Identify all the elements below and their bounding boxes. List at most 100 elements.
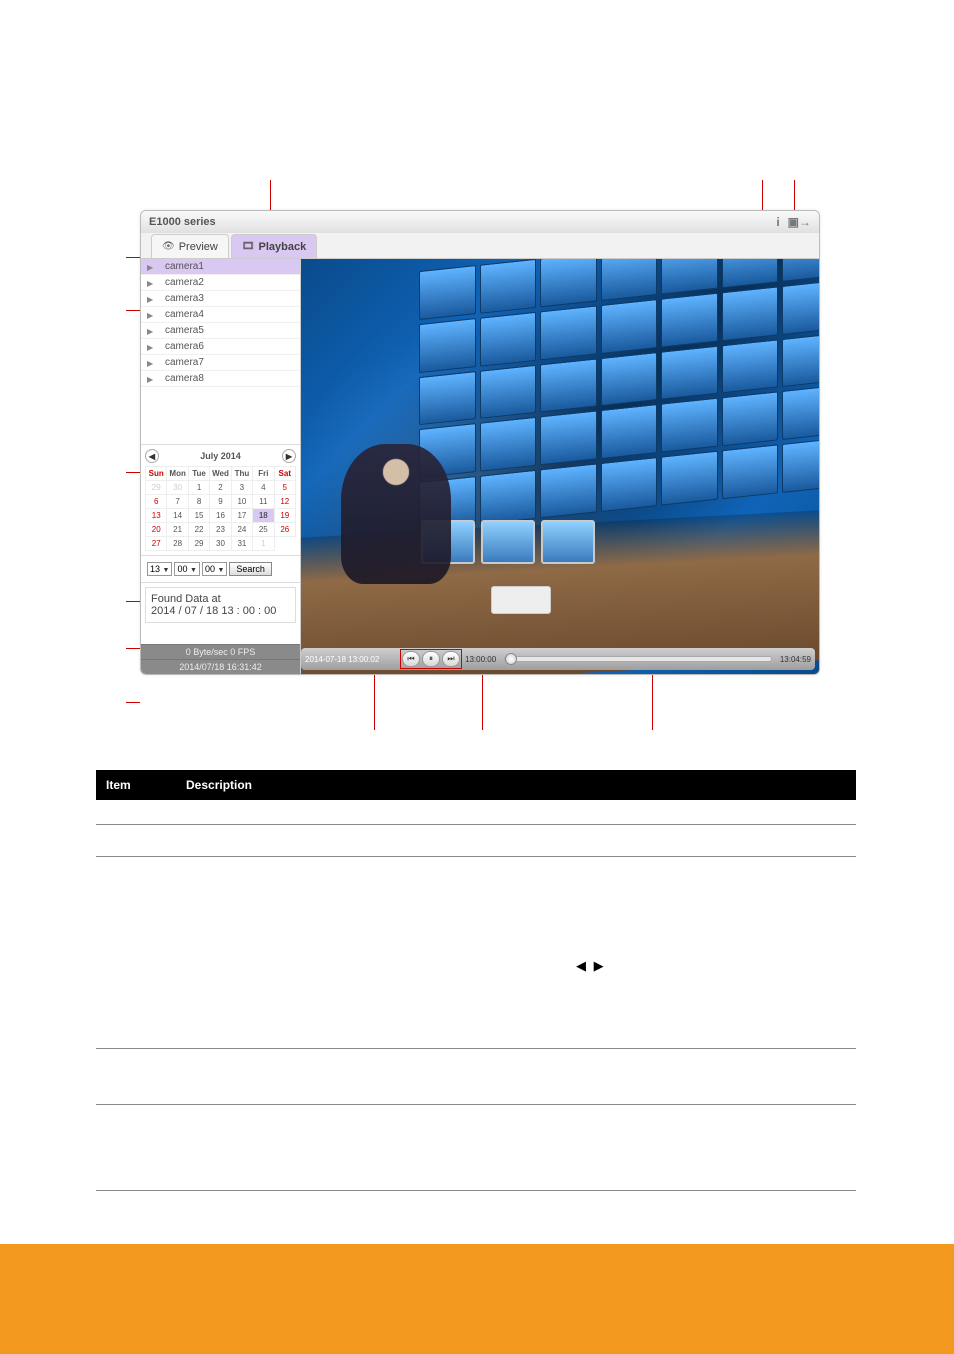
camera-icon [147, 310, 161, 320]
hour-select[interactable]: 13 ▼ [147, 562, 172, 576]
camera-item[interactable]: camera1 [141, 259, 300, 275]
desc-col-item: Item [106, 778, 186, 792]
minute-select[interactable]: 00 ▼ [174, 562, 199, 576]
tab-playback-label: Playback [259, 241, 307, 253]
calendar-day[interactable]: 30 [210, 537, 231, 551]
camera-item[interactable]: camera7 [141, 355, 300, 371]
calendar: ◀ July 2014 ▶ Sun Mon Tue Wed Thu [141, 445, 300, 556]
calendar-day[interactable]: 4 [253, 481, 274, 495]
calendar-day[interactable]: 7 [167, 495, 188, 509]
camera-item[interactable]: camera6 [141, 339, 300, 355]
camera-label: camera6 [165, 341, 204, 352]
camera-icon [147, 294, 161, 304]
tab-preview-label: Preview [179, 241, 218, 253]
calendar-day[interactable]: 31 [231, 537, 252, 551]
status-rate: 0 Byte/sec 0 FPS [141, 644, 300, 659]
calendar-dow: Sun [146, 467, 167, 481]
camera-item[interactable]: camera8 [141, 371, 300, 387]
fastforward-button[interactable]: ⏭ [442, 651, 460, 667]
second-select[interactable]: 00 ▼ [202, 562, 227, 576]
nav-arrows-icon: ◀ ▶ [576, 958, 606, 974]
calendar-day[interactable]: 1 [253, 537, 274, 551]
calendar-day[interactable]: 20 [146, 523, 167, 537]
calendar-header: ◀ July 2014 ▶ [145, 449, 296, 463]
pause-button[interactable]: ⏸ [422, 651, 440, 667]
camera-item[interactable]: camera4 [141, 307, 300, 323]
camera-item[interactable]: camera2 [141, 275, 300, 291]
calendar-dow: Mon [167, 467, 188, 481]
calendar-dow: Fri [253, 467, 274, 481]
phone-graphic [491, 586, 551, 614]
calendar-day[interactable]: 25 [253, 523, 274, 537]
playback-bar: 2014-07-18 13:00:02 ⏮ ⏸ ⏭ 13:00:00 13:04… [301, 648, 815, 670]
rewind-button[interactable]: ⏮ [402, 651, 420, 667]
calendar-day[interactable]: 21 [167, 523, 188, 537]
calendar-day[interactable]: 15 [188, 509, 209, 523]
camera-label: camera2 [165, 277, 204, 288]
search-button[interactable]: Search [229, 562, 272, 576]
calendar-day[interactable]: 3 [231, 481, 252, 495]
info-icon[interactable]: i [776, 215, 779, 229]
divider [96, 1190, 856, 1191]
tab-preview[interactable]: 👁 Preview [151, 234, 229, 258]
video-area [301, 259, 819, 674]
tabstrip: 👁 Preview 🎞 Playback [141, 233, 819, 259]
camera-label: camera4 [165, 309, 204, 320]
calendar-day[interactable]: 28 [167, 537, 188, 551]
calendar-dow: Sat [274, 467, 295, 481]
app-body: camera1 camera2 camera3 camera4 camera5 … [141, 259, 819, 674]
calendar-day[interactable]: 27 [146, 537, 167, 551]
desc-col-desc: Description [186, 778, 856, 792]
calendar-day[interactable]: 12 [274, 495, 295, 509]
calendar-day[interactable]: 1 [188, 481, 209, 495]
calendar-day[interactable]: 5 [274, 481, 295, 495]
titlebar: E1000 series i ▣→ [141, 211, 819, 233]
calendar-day[interactable]: 24 [231, 523, 252, 537]
slider-thumb[interactable] [505, 653, 517, 665]
divider [96, 824, 856, 825]
calendar-prev-button[interactable]: ◀ [145, 449, 159, 463]
app-window: E1000 series i ▣→ 👁 Preview 🎞 Playback c… [140, 210, 820, 675]
calendar-day[interactable]: 2 [210, 481, 231, 495]
calendar-day[interactable]: 30 [167, 481, 188, 495]
calendar-day[interactable]: 18 [253, 509, 274, 523]
calendar-day[interactable]: 26 [274, 523, 295, 537]
calendar-dow: Wed [210, 467, 231, 481]
app-title: E1000 series [149, 216, 216, 228]
playback-controls: ⏮ ⏸ ⏭ [401, 650, 461, 668]
camera-icon [147, 326, 161, 336]
camera-item[interactable]: camera5 [141, 323, 300, 339]
description-header: Item Description [96, 770, 856, 800]
calendar-day[interactable]: 23 [210, 523, 231, 537]
calendar-day[interactable]: 6 [146, 495, 167, 509]
calendar-day[interactable]: 11 [253, 495, 274, 509]
calendar-day[interactable]: 29 [188, 537, 209, 551]
camera-label: camera7 [165, 357, 204, 368]
calendar-dow: Tue [188, 467, 209, 481]
playback-slider[interactable] [504, 656, 772, 662]
calendar-day[interactable]: 17 [231, 509, 252, 523]
calendar-day[interactable]: 22 [188, 523, 209, 537]
camera-icon [147, 358, 161, 368]
calendar-day[interactable]: 19 [274, 509, 295, 523]
film-icon: 🎞 [242, 241, 255, 252]
camera-list: camera1 camera2 camera3 camera4 camera5 … [141, 259, 300, 445]
calendar-day[interactable]: 14 [167, 509, 188, 523]
tab-playback[interactable]: 🎞 Playback [231, 234, 317, 258]
found-time: 2014 / 07 / 18 13 : 00 : 00 [151, 605, 290, 617]
camera-item[interactable]: camera3 [141, 291, 300, 307]
playback-start-time: 13:00:00 [465, 655, 496, 664]
operator-graphic [341, 444, 451, 584]
camera-icon [147, 278, 161, 288]
eye-icon: 👁 [162, 241, 175, 252]
calendar-day[interactable]: 9 [210, 495, 231, 509]
calendar-day[interactable]: 10 [231, 495, 252, 509]
playback-timestamp: 2014-07-18 13:00:02 [305, 655, 397, 664]
calendar-day[interactable]: 8 [188, 495, 209, 509]
logout-icon[interactable]: ▣→ [788, 215, 811, 229]
calendar-day[interactable]: 13 [146, 509, 167, 523]
calendar-day[interactable]: 29 [146, 481, 167, 495]
calendar-next-button[interactable]: ▶ [282, 449, 296, 463]
camera-icon [147, 374, 161, 384]
calendar-day[interactable]: 16 [210, 509, 231, 523]
